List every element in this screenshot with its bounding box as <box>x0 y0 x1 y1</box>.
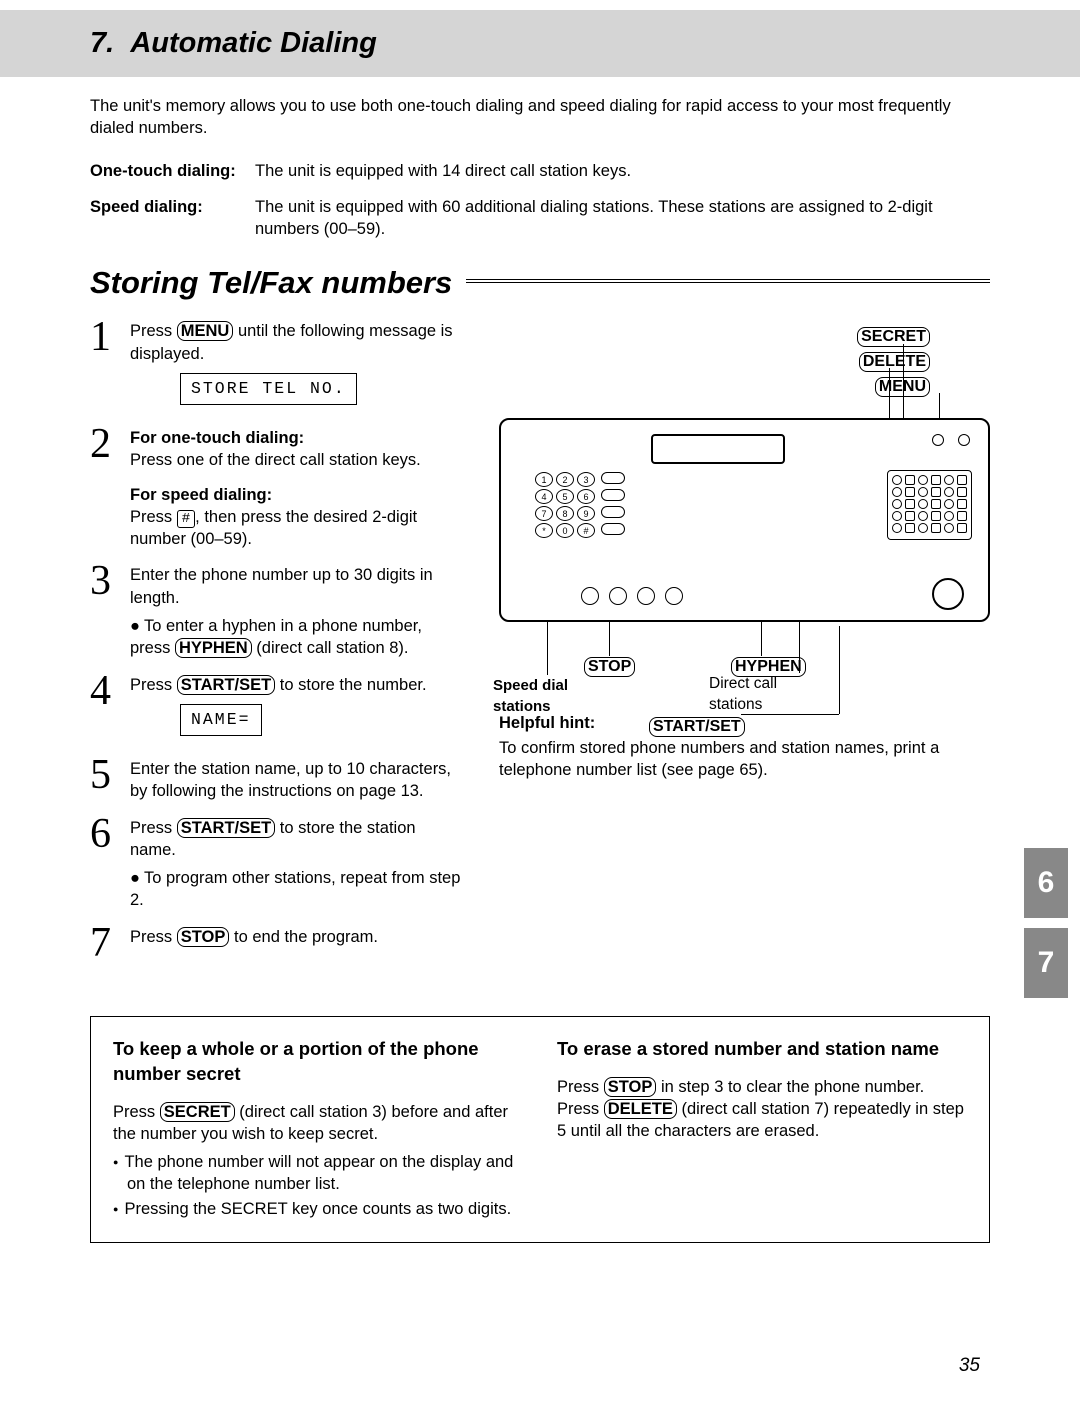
label-speed-dial: Speed dialstations <box>493 676 568 717</box>
section-heading: Storing Tel/Fax numbers <box>90 262 466 304</box>
title-rule <box>466 279 990 287</box>
intro-text: The unit's memory allows you to use both… <box>90 95 990 140</box>
device-illustration: 123 456 789 *0# <box>499 418 990 622</box>
hash-key: # <box>177 510 195 528</box>
page: 7. Automatic Dialing The unit's memory a… <box>0 10 1080 1407</box>
stop-button: STOP <box>177 927 230 947</box>
label-secret: SECRET <box>857 326 930 348</box>
content-area: The unit's memory allows you to use both… <box>0 77 1080 973</box>
label-stop: STOP <box>584 656 635 678</box>
device-lcd <box>651 434 785 464</box>
device-start-button <box>932 578 964 610</box>
chapter-title: 7. Automatic Dialing <box>90 24 1080 63</box>
step-2: 2 For one-touch dialing: Press one of th… <box>90 423 465 550</box>
startset-button: START/SET <box>177 675 275 695</box>
device-keypad: 123 456 789 *0# <box>535 472 595 540</box>
info-box: To keep a whole or a portion of the phon… <box>90 1016 990 1243</box>
box-left: To keep a whole or a portion of the phon… <box>113 1037 523 1222</box>
device-bottom-keys <box>581 586 908 606</box>
step-6: 6 Press START/SET to store the station n… <box>90 813 465 912</box>
steps-column: 1 Press MENU until the following message… <box>90 316 465 973</box>
definition-desc: The unit is equipped with 14 direct call… <box>255 160 990 182</box>
leader-line <box>547 621 548 675</box>
definition-term: Speed dialing: <box>90 196 255 241</box>
step-4: 4 Press START/SET to store the number. N… <box>90 670 465 745</box>
definition-desc: The unit is equipped with 60 additional … <box>255 196 990 241</box>
step-3: 3 Enter the phone number up to 30 digits… <box>90 560 465 659</box>
leader-line <box>609 621 610 656</box>
diagram-column: SECRET DELETE MENU 123 456 789 *0# <box>499 316 990 973</box>
device-oval-keys <box>601 472 625 535</box>
label-delete: DELETE <box>859 351 930 373</box>
definition-row: Speed dialing: The unit is equipped with… <box>90 196 990 241</box>
chapter-header: 7. Automatic Dialing <box>0 10 1080 77</box>
side-tab: 6 <box>1024 848 1068 918</box>
device-station-keys <box>887 470 972 540</box>
lcd-display: STORE TEL NO. <box>180 373 357 405</box>
leader-line <box>761 621 762 656</box>
hyphen-button: HYPHEN <box>175 638 252 658</box>
lcd-display: NAME= <box>180 704 262 736</box>
step-1: 1 Press MENU until the following message… <box>90 316 465 413</box>
leader-line <box>839 626 840 714</box>
label-direct-call: Direct callstations <box>709 674 777 716</box>
definition-term: One-touch dialing: <box>90 160 255 182</box>
definition-row: One-touch dialing: The unit is equipped … <box>90 160 990 182</box>
page-number: 35 <box>959 1353 980 1379</box>
startset-button: START/SET <box>177 818 275 838</box>
side-tab: 7 <box>1024 928 1068 998</box>
section-title: Storing Tel/Fax numbers <box>90 262 990 304</box>
label-startset: START/SET <box>649 716 745 738</box>
menu-button: MENU <box>177 321 234 341</box>
delete-button: DELETE <box>604 1099 677 1119</box>
step-7: 7 Press STOP to end the program. <box>90 922 465 964</box>
side-tabs: 6 7 <box>1024 848 1068 998</box>
box-right: To erase a stored number and station nam… <box>557 1037 967 1222</box>
device-indicators <box>932 434 970 446</box>
step-5: 5 Enter the station name, up to 10 chara… <box>90 754 465 803</box>
secret-button: SECRET <box>160 1102 235 1122</box>
stop-button: STOP <box>604 1077 657 1097</box>
